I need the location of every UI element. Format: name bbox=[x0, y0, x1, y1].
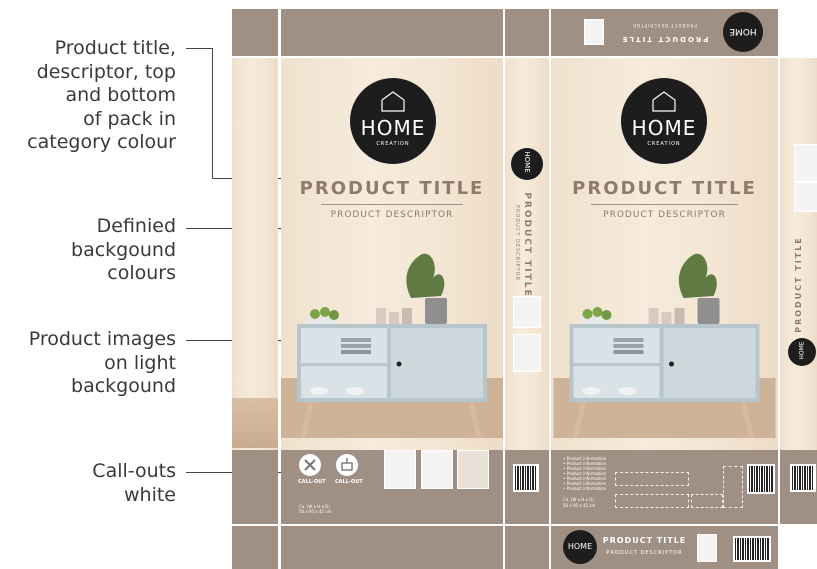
barcode bbox=[513, 464, 539, 492]
brand-name: HOME bbox=[631, 116, 697, 140]
brand-sub: CREATION bbox=[376, 141, 410, 147]
bottom-band bbox=[780, 450, 817, 524]
annotation-background: Definied backgound colours bbox=[71, 215, 176, 286]
floor bbox=[232, 398, 278, 448]
annotation-line: Product images bbox=[28, 328, 176, 350]
back-panel: HOME CREATION PRODUCT TITLE PRODUCT DESC… bbox=[551, 58, 778, 524]
leader-line bbox=[212, 48, 213, 179]
dashed-box bbox=[691, 494, 723, 508]
annotation-callouts: Call-outs white bbox=[92, 460, 176, 507]
bottom-band bbox=[505, 450, 549, 524]
title-rule bbox=[321, 204, 463, 205]
assembly-icon bbox=[341, 458, 353, 471]
bottom-flap-thumbnail bbox=[697, 534, 717, 562]
bottom-band: CALL-OUT CALL-OUT Ca. (W x H x D) 50 x 9… bbox=[281, 450, 503, 524]
info-line: • Product information bbox=[563, 486, 607, 491]
annotation-line: category colour bbox=[27, 131, 176, 153]
product-thumbnail bbox=[421, 450, 453, 489]
side-thumbnail bbox=[794, 182, 817, 212]
annotation-line: of pack in bbox=[83, 107, 176, 130]
bottom-flap-descriptor: PRODUCT DESCRIPTOR bbox=[606, 550, 683, 556]
brand-logo: HOME CREATION bbox=[621, 78, 707, 164]
bottom-flap-logo: HOME bbox=[563, 530, 597, 564]
top-flap bbox=[232, 9, 278, 56]
annotation-line: colours bbox=[107, 262, 176, 284]
bottom-flap bbox=[281, 526, 503, 569]
product-title: PRODUCT TITLE bbox=[299, 178, 485, 199]
house-icon bbox=[381, 91, 405, 112]
bottom-band: • Product information • Product informat… bbox=[551, 450, 778, 524]
product-thumbnail bbox=[384, 450, 416, 489]
dimensions-line-2: 50 x 95 x 42 cm bbox=[563, 503, 596, 508]
top-flap bbox=[281, 9, 503, 56]
annotation-line: on light bbox=[104, 351, 176, 374]
tools-icon bbox=[304, 459, 316, 471]
bottom-flap-title: PRODUCT TITLE bbox=[602, 536, 687, 545]
side-panel-right: PRODUCT TITLE HOME bbox=[780, 58, 817, 524]
product-image-sideboard bbox=[553, 253, 776, 438]
dimensions-line-2: 50 x 95 x 42 cm bbox=[299, 509, 332, 514]
dashed-box bbox=[723, 466, 743, 508]
spine-thumbnail bbox=[513, 334, 541, 372]
bottom-band bbox=[232, 450, 278, 524]
annotation-line: and bottom bbox=[65, 84, 176, 106]
spine-descriptor: PRODUCT DESCRIPTOR bbox=[514, 204, 520, 282]
callout-label: CALL-OUT bbox=[298, 479, 326, 485]
front-panel: HOME CREATION PRODUCT TITLE PRODUCT DESC… bbox=[281, 58, 503, 524]
house-icon bbox=[652, 91, 676, 112]
annotation-product-images: Product images on light backgound bbox=[29, 328, 176, 399]
top-flap-printed: PRODUCT TITLE PRODUCT DESCRIPTOR HOME bbox=[551, 9, 778, 56]
annotation-line: Call-outs bbox=[92, 460, 176, 482]
spine-logo: HOME bbox=[511, 148, 543, 180]
barcode bbox=[747, 464, 775, 494]
spine-thumbnail bbox=[513, 296, 541, 328]
spine-logo-text: HOME bbox=[523, 151, 531, 173]
annotation-line: Definied bbox=[96, 215, 176, 237]
top-flap bbox=[505, 9, 549, 56]
callout-label: CALL-OUT bbox=[335, 479, 363, 485]
annotation-line: descriptor, top bbox=[36, 60, 176, 83]
side-thumbnail bbox=[794, 144, 817, 182]
brand-sub: CREATION bbox=[647, 141, 681, 147]
callout-icon-assembly bbox=[336, 454, 358, 476]
side-logo-text: HOME bbox=[798, 341, 806, 360]
product-thumbnail bbox=[457, 450, 489, 489]
annotation-title-colour: Product title, descriptor, top and botto… bbox=[27, 37, 176, 155]
barcode bbox=[733, 536, 771, 562]
callout-icon-tools bbox=[299, 454, 321, 476]
title-rule bbox=[591, 204, 738, 205]
annotation-line: Product title, bbox=[54, 37, 176, 59]
bottom-flap bbox=[505, 526, 549, 569]
top-flap-logo-text: HOME bbox=[729, 26, 757, 36]
bottom-flap-logo-text: HOME bbox=[567, 542, 593, 551]
brand-name: HOME bbox=[360, 116, 426, 140]
annotation-line: backgound bbox=[71, 238, 176, 261]
dashed-box bbox=[615, 472, 689, 486]
spine-title: PRODUCT TITLE bbox=[522, 192, 532, 298]
side-title: PRODUCT TITLE bbox=[794, 236, 803, 333]
leader-line bbox=[186, 48, 212, 49]
side-panel-spine: HOME PRODUCT TITLE PRODUCT DESCRIPTOR bbox=[505, 58, 549, 524]
barcode bbox=[790, 464, 816, 492]
side-panel-left bbox=[232, 58, 278, 524]
top-flap-logo: HOME bbox=[723, 12, 763, 52]
bottom-flap bbox=[232, 526, 278, 569]
dimensions-line-1: Ca. (W x H x D) bbox=[563, 497, 594, 502]
dashed-box bbox=[615, 494, 689, 508]
brand-logo: HOME CREATION bbox=[350, 78, 436, 164]
product-title: PRODUCT TITLE bbox=[572, 178, 757, 199]
packaging-dieline: PRODUCT TITLE PRODUCT DESCRIPTOR HOME HO… bbox=[232, 9, 817, 569]
product-image-sideboard bbox=[281, 253, 503, 438]
annotation-line: white bbox=[124, 483, 176, 506]
side-logo: HOME bbox=[788, 338, 816, 366]
bottom-flap-printed: HOME PRODUCT TITLE PRODUCT DESCRIPTOR bbox=[551, 526, 778, 569]
annotation-line: backgound bbox=[71, 375, 176, 397]
